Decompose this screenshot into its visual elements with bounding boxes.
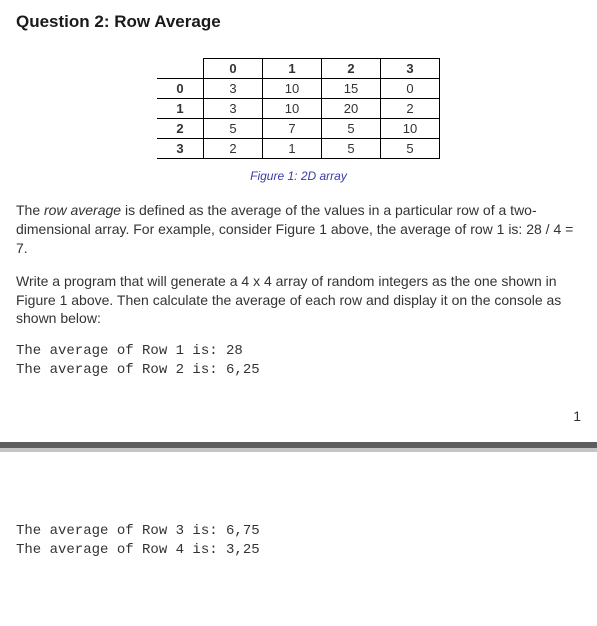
row-header: 3 — [157, 139, 204, 159]
table-cell: 7 — [263, 119, 322, 139]
row-header: 1 — [157, 99, 204, 119]
code-line: The average of Row 2 is: 6,25 — [16, 362, 260, 378]
table-cell: 5 — [204, 119, 263, 139]
table-cell: 0 — [381, 79, 440, 99]
col-header: 3 — [381, 59, 440, 79]
figure-caption: Figure 1: 2D array — [16, 169, 581, 183]
console-output-top: The average of Row 1 is: 28 The average … — [16, 342, 581, 380]
table-cell: 1 — [263, 139, 322, 159]
spacer — [16, 452, 581, 522]
table-row: 0 3 10 15 0 — [157, 79, 440, 99]
console-output-bottom: The average of Row 3 is: 6,75 The averag… — [16, 522, 581, 560]
table-cell: 15 — [322, 79, 381, 99]
question-title: Question 2: Row Average — [16, 12, 581, 32]
italic-term: row average — [44, 202, 121, 218]
table-cell: 5 — [322, 119, 381, 139]
page-separator — [0, 442, 597, 452]
col-header: 2 — [322, 59, 381, 79]
table-cell: 2 — [381, 99, 440, 119]
table-cell: 2 — [204, 139, 263, 159]
code-line: The average of Row 4 is: 3,25 — [16, 542, 260, 558]
code-line: The average of Row 3 is: 6,75 — [16, 523, 260, 539]
text-pre: The — [16, 202, 44, 218]
paragraph-instructions: Write a program that will generate a 4 x… — [16, 272, 581, 329]
table-row: 2 5 7 5 10 — [157, 119, 440, 139]
table-cell: 10 — [263, 79, 322, 99]
table-cell: 10 — [263, 99, 322, 119]
page-number: 1 — [16, 408, 581, 424]
document-page: Question 2: Row Average 0 1 2 3 0 3 10 1… — [0, 0, 597, 586]
col-header: 1 — [263, 59, 322, 79]
array-table-wrap: 0 1 2 3 0 3 10 15 0 1 3 10 20 2 2 5 — [16, 58, 581, 159]
col-header: 0 — [204, 59, 263, 79]
table-row: 1 3 10 20 2 — [157, 99, 440, 119]
table-blank-corner — [157, 59, 204, 79]
table-cell: 10 — [381, 119, 440, 139]
table-row: 3 2 1 5 5 — [157, 139, 440, 159]
row-header: 0 — [157, 79, 204, 99]
array-table: 0 1 2 3 0 3 10 15 0 1 3 10 20 2 2 5 — [157, 58, 440, 159]
row-header: 2 — [157, 119, 204, 139]
table-cell: 3 — [204, 79, 263, 99]
table-cell: 3 — [204, 99, 263, 119]
table-cell: 5 — [322, 139, 381, 159]
table-header-row: 0 1 2 3 — [157, 59, 440, 79]
table-cell: 20 — [322, 99, 381, 119]
table-cell: 5 — [381, 139, 440, 159]
code-line: The average of Row 1 is: 28 — [16, 343, 243, 359]
paragraph-definition: The row average is defined as the averag… — [16, 201, 581, 258]
